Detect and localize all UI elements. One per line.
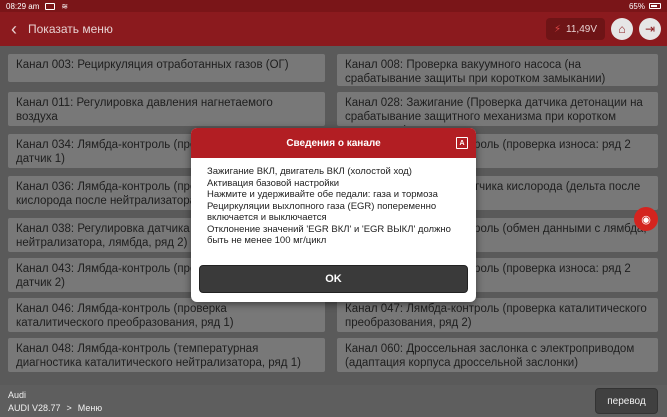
breadcrumb-separator: >: [66, 403, 72, 413]
voltage-badge: ⚡ 11,49V: [546, 18, 605, 40]
translate-button[interactable]: перевод: [595, 388, 658, 414]
channel-item[interactable]: Канал 047: Лямбда-контроль (проверка кат…: [337, 298, 658, 332]
app-header: ‹ Показать меню ⚡ 11,49V ⌂ ⇥: [0, 12, 667, 46]
ok-button[interactable]: OK: [199, 265, 468, 293]
channel-item[interactable]: Канал 060: Дроссельная заслонка с электр…: [337, 338, 658, 372]
time-label: 08:29 am: [6, 1, 40, 11]
page-icon[interactable]: A: [456, 137, 468, 149]
software-version: AUDI V28.77: [8, 403, 61, 413]
channel-item[interactable]: Канал 011: Регулировка давления нагнетае…: [8, 92, 325, 126]
wifi-icon: ≋: [61, 1, 69, 11]
channel-item[interactable]: Канал 048: Лямбда-контроль (температурна…: [8, 338, 325, 372]
breadcrumb-item: Меню: [77, 403, 103, 413]
page-title: Показать меню: [28, 22, 113, 36]
screen-icon: [45, 2, 56, 10]
vehicle-make: Audi: [8, 390, 27, 400]
lightning-icon: ⚡: [554, 23, 562, 35]
channel-item[interactable]: Канал 003: Рециркуляция отработанных газ…: [8, 54, 325, 82]
channel-info-dialog: Сведения о канале A Зажигание ВКЛ, двига…: [191, 128, 476, 302]
channel-item[interactable]: Канал 046: Лямбда-контроль (проверка кат…: [8, 298, 325, 332]
dialog-header: Сведения о канале A: [191, 128, 476, 158]
dialog-title: Сведения о канале: [286, 137, 381, 149]
breadcrumb: AUDI V28.77 > Меню: [8, 403, 102, 413]
status-bar: 08:29 am ≋ 65%: [0, 0, 667, 12]
channel-item[interactable]: Канал 008: Проверка вакуумного насоса (н…: [337, 54, 658, 86]
dialog-body: Зажигание ВКЛ, двигатель ВКЛ (холостой х…: [191, 158, 476, 258]
battery-label: 65%: [628, 1, 645, 11]
channel-item[interactable]: Канал 028: Зажигание (Проверка датчика д…: [337, 92, 658, 126]
exit-icon[interactable]: ⇥: [639, 18, 661, 40]
footer: Audi AUDI V28.77 > Меню перевод: [0, 385, 667, 417]
camera-icon[interactable]: ◉: [634, 207, 658, 231]
voltage-value: 11,49V: [566, 23, 597, 35]
dialog-text: Зажигание ВКЛ, двигатель ВКЛ (холостой х…: [207, 166, 451, 246]
back-icon[interactable]: ‹: [4, 12, 24, 46]
home-icon[interactable]: ⌂: [611, 18, 633, 40]
battery-icon: [649, 3, 661, 9]
